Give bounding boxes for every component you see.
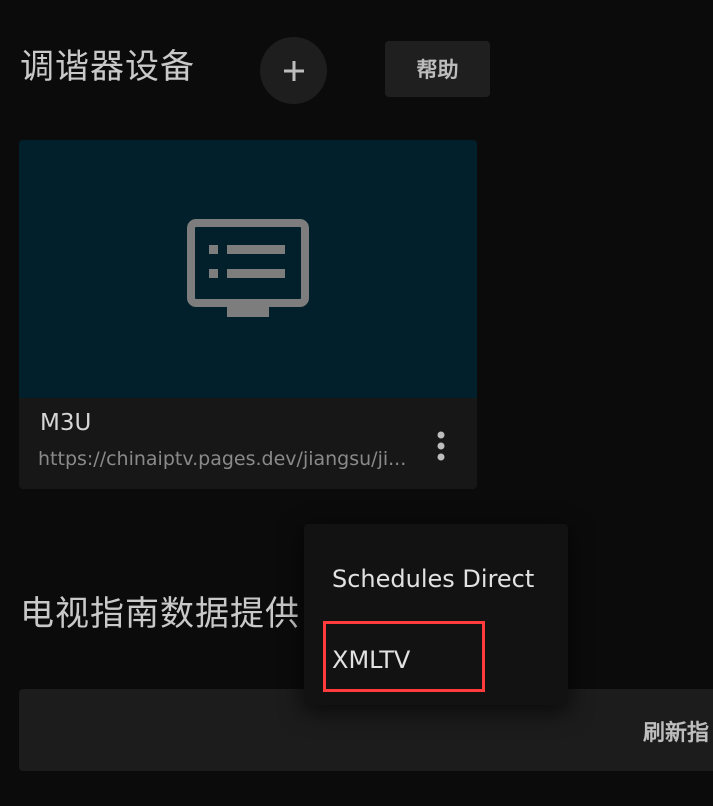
card-menu-button[interactable] [427,426,455,466]
menu-item-xmltv[interactable]: XMLTV [304,630,568,690]
plus-icon [283,60,304,81]
device-url: https://chinaiptv.pages.dev/jiangsu/ji..… [38,448,407,470]
refresh-guide-button[interactable]: 刷新指 [643,715,709,747]
help-button[interactable]: 帮助 [385,41,490,97]
card-footer: M3U https://chinaiptv.pages.dev/jiangsu/… [19,398,477,489]
device-name: M3U [40,410,92,436]
provider-context-menu: Schedules Direct XMLTV [304,524,568,705]
guide-providers-heading: 电视指南数据提供 [20,594,300,634]
more-vert-icon [437,431,445,461]
tv-list-icon [187,219,309,317]
add-tuner-button[interactable] [260,37,327,104]
tuner-device-card[interactable]: M3U https://chinaiptv.pages.dev/jiangsu/… [19,140,477,489]
page: 调谐器设备 帮助 M3U https://chinaiptv.pages.dev… [0,0,713,806]
card-image [19,140,477,398]
menu-item-schedules-direct[interactable]: Schedules Direct [304,549,568,609]
tuner-devices-heading: 调谐器设备 [20,47,195,87]
